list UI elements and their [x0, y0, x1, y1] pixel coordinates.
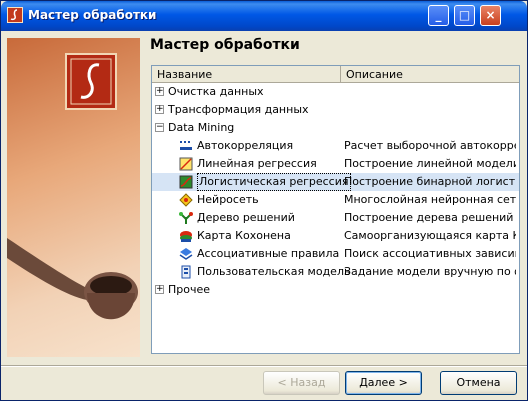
- tree-item-description: Расчет выборочной автокоррел...: [344, 139, 516, 152]
- tree-item-label: Линейная регрессия: [197, 157, 317, 170]
- maximize-button[interactable]: □: [454, 5, 475, 26]
- tree-item-description: Самоорганизующаяся карта Ко...: [344, 229, 516, 242]
- list-header: Название Описание: [152, 66, 519, 83]
- close-button[interactable]: ×: [480, 5, 501, 26]
- tree-item-row-selected[interactable]: Логистическая регрессия Построение бинар…: [152, 173, 519, 191]
- next-button[interactable]: Далее >: [345, 371, 422, 395]
- back-button[interactable]: < Назад: [263, 371, 340, 395]
- tree-item-label: Пользовательская модель: [197, 265, 351, 278]
- footer-divider: [1, 365, 527, 367]
- neural-network-icon: [179, 193, 193, 207]
- tree-item-description: Поиск ассоциативных зависим...: [344, 247, 516, 260]
- custom-model-icon: [181, 265, 191, 279]
- wizard-banner-image: [7, 38, 140, 357]
- tree-item-description: Задание модели вручную по фо...: [344, 265, 516, 278]
- app-logo-icon: [7, 7, 23, 23]
- tree-group-row[interactable]: + Трансформация данных: [152, 101, 519, 119]
- expand-plus-icon[interactable]: +: [155, 285, 164, 294]
- tree-item-description: Построение дерева решений ал...: [344, 211, 516, 224]
- tree-item-description: Построение бинарной логистич...: [344, 175, 516, 188]
- tree-item-row[interactable]: Дерево решений Построение дерева решений…: [152, 209, 519, 227]
- tree-item-label: Прочее: [168, 283, 211, 296]
- tree-item-row[interactable]: Пользовательская модель Задание модели в…: [152, 263, 519, 281]
- title-bar[interactable]: Мастер обработки _ □ ×: [1, 1, 527, 31]
- window-title: Мастер обработки: [28, 8, 157, 22]
- tree-item-label: Автокорреляция: [197, 139, 294, 152]
- pipe-illustration: [7, 238, 138, 320]
- page-title: Мастер обработки: [150, 37, 300, 53]
- expand-plus-icon[interactable]: +: [155, 105, 164, 114]
- tree-item-row[interactable]: Карта Кохонена Самоорганизующаяся карта …: [152, 227, 519, 245]
- column-header-name[interactable]: Название: [152, 66, 341, 83]
- minimize-icon: _: [435, 8, 442, 22]
- tree-item-label: Очистка данных: [168, 85, 264, 98]
- tree-item-label: Трансформация данных: [168, 103, 309, 116]
- tree-item-row[interactable]: Нейросеть Многослойная нейронная сеть: [152, 191, 519, 209]
- handler-tree-list[interactable]: Название Описание + Очистка данных + Тра…: [151, 65, 520, 354]
- tree-item-label: Data Mining: [168, 121, 235, 134]
- collapse-minus-icon[interactable]: −: [155, 123, 164, 132]
- expand-plus-icon[interactable]: +: [155, 87, 164, 96]
- autocorrelation-icon: [180, 141, 192, 150]
- tree-item-description: Многослойная нейронная сеть: [344, 193, 516, 206]
- tree-group-row[interactable]: − Data Mining: [152, 119, 519, 137]
- tree-item-label: Ассоциативные правила: [197, 247, 340, 260]
- tree-item-label: Карта Кохонена: [197, 229, 291, 242]
- logistic-regression-icon: [179, 175, 193, 189]
- cancel-button[interactable]: Отмена: [440, 371, 517, 395]
- tree-item-row[interactable]: Линейная регрессия Построение линейной м…: [152, 155, 519, 173]
- association-rules-icon: [179, 248, 193, 260]
- tree-group-row[interactable]: + Очистка данных: [152, 83, 519, 101]
- decision-tree-icon: [179, 212, 193, 224]
- tree-item-description: Построение линейной модели: [344, 157, 516, 170]
- column-header-description[interactable]: Описание: [341, 66, 519, 83]
- maximize-icon: □: [458, 8, 471, 22]
- close-icon: ×: [485, 8, 496, 22]
- tree-item-label: Логистическая регрессия: [197, 173, 351, 191]
- tree-item-row[interactable]: Автокорреляция Расчет выборочной автокор…: [152, 137, 519, 155]
- kohonen-map-icon: [180, 231, 192, 242]
- tree-item-label: Нейросеть: [197, 193, 259, 206]
- tree-item-label: Дерево решений: [197, 211, 295, 224]
- tree-item-row[interactable]: Ассоциативные правила Поиск ассоциативны…: [152, 245, 519, 263]
- minimize-button[interactable]: _: [428, 5, 449, 26]
- tree-group-row[interactable]: + Прочее: [152, 281, 519, 299]
- wizard-window: Мастер обработки _ □ × Мастер обработки …: [0, 0, 528, 401]
- linear-regression-icon: [179, 157, 193, 171]
